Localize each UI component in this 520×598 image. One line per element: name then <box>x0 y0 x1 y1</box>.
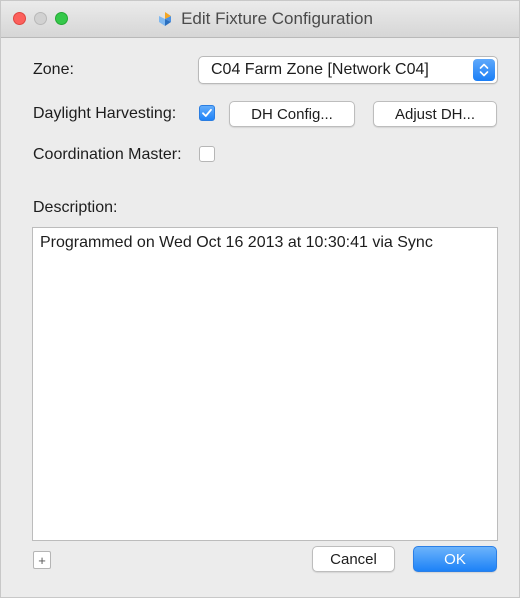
zone-select-value: C04 Farm Zone [Network C04] <box>211 61 429 78</box>
title-wrap: Edit Fixture Configuration <box>1 1 519 37</box>
dh-config-button[interactable]: DH Config... <box>229 101 355 127</box>
daylight-harvesting-label: Daylight Harvesting: <box>33 105 177 122</box>
window-title: Edit Fixture Configuration <box>181 9 373 28</box>
coordination-master-checkbox[interactable] <box>199 146 215 162</box>
add-button[interactable]: + <box>33 551 51 569</box>
zone-select[interactable]: C04 Farm Zone [Network C04] <box>198 56 498 84</box>
description-textarea[interactable]: Programmed on Wed Oct 16 2013 at 10:30:4… <box>32 227 498 541</box>
ok-button[interactable]: OK <box>413 546 497 572</box>
app-icon <box>159 12 172 26</box>
cancel-button[interactable]: Cancel <box>312 546 395 572</box>
title-bar: Edit Fixture Configuration <box>1 1 519 38</box>
adjust-dh-button[interactable]: Adjust DH... <box>373 101 497 127</box>
zone-label: Zone: <box>33 61 74 78</box>
up-down-arrows-icon <box>473 59 495 81</box>
daylight-harvesting-checkbox[interactable] <box>199 105 215 121</box>
coordination-master-label: Coordination Master: <box>33 146 182 163</box>
check-icon <box>202 108 212 117</box>
edit-fixture-dialog: Edit Fixture Configuration Zone: C04 Far… <box>0 0 520 598</box>
description-label: Description: <box>33 199 118 216</box>
